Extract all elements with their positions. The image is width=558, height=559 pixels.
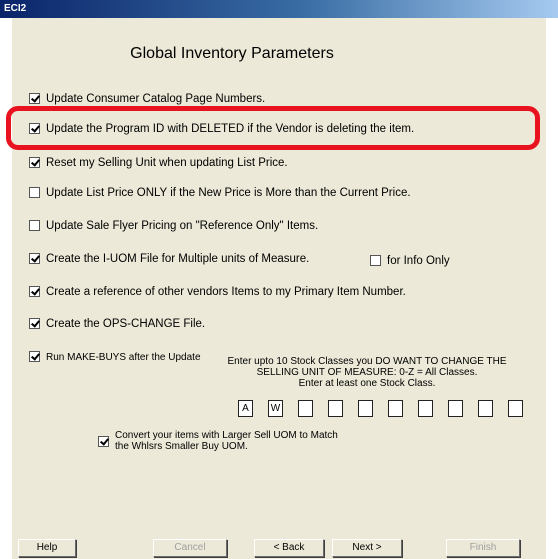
option-update-list-price-only-if-more[interactable]: Update List Price ONLY if the New Price … — [29, 187, 411, 201]
stock-class-input-2[interactable]: W — [268, 400, 283, 417]
next-button[interactable]: Next > — [332, 539, 402, 557]
option-reset-selling-unit[interactable]: Reset my Selling Unit when updating List… — [29, 157, 288, 171]
stock-class-input-8[interactable] — [448, 400, 463, 417]
checkbox[interactable] — [29, 187, 40, 198]
help-button[interactable]: Help — [18, 539, 76, 557]
option-update-catalog-page-numbers[interactable]: Update Consumer Catalog Page Numbers. — [29, 93, 265, 107]
finish-button[interactable]: Finish — [446, 539, 520, 557]
checkbox[interactable] — [370, 255, 381, 266]
stock-class-input-6[interactable] — [388, 400, 403, 417]
option-create-iuom-file[interactable]: Create the I-UOM File for Multiple units… — [29, 253, 309, 267]
stock-class-input-5[interactable] — [358, 400, 373, 417]
highlight-annotation — [6, 106, 540, 150]
checkbox[interactable] — [29, 286, 40, 297]
checkbox[interactable] — [29, 253, 40, 264]
stock-class-instructions: Enter upto 10 Stock Classes you DO WANT … — [227, 356, 507, 389]
stock-class-input-9[interactable] — [478, 400, 493, 417]
checkbox[interactable] — [29, 157, 40, 168]
window-title: ECI2 — [4, 3, 27, 14]
checkbox[interactable] — [29, 220, 40, 231]
option-update-sale-flyer-pricing[interactable]: Update Sale Flyer Pricing on "Reference … — [29, 220, 318, 234]
option-create-ops-change-file[interactable]: Create the OPS-CHANGE File. — [29, 318, 205, 332]
stock-class-input-7[interactable] — [418, 400, 433, 417]
checkbox[interactable] — [98, 436, 109, 447]
page-title: Global Inventory Parameters — [130, 45, 334, 62]
option-create-vendor-reference[interactable]: Create a reference of other vendors Item… — [29, 286, 406, 300]
option-run-make-buys[interactable]: Run MAKE-BUYS after the Update — [29, 351, 201, 365]
stock-class-input-1[interactable]: A — [238, 400, 253, 417]
checkbox[interactable] — [29, 318, 40, 329]
option-for-info-only[interactable]: for Info Only — [370, 255, 450, 269]
stock-class-input-3[interactable] — [298, 400, 313, 417]
cancel-button[interactable]: Cancel — [153, 539, 227, 557]
dialog-body: Global Inventory Parameters Update Consu… — [12, 18, 546, 559]
checkbox[interactable] — [29, 93, 40, 104]
back-button[interactable]: < Back — [254, 539, 324, 557]
checkbox[interactable] — [29, 351, 40, 362]
stock-class-input-10[interactable] — [508, 400, 523, 417]
convert-label: Convert your items with Larger Sell UOM … — [115, 430, 338, 452]
title-bar: ECI2 — [0, 0, 558, 18]
stock-class-input-4[interactable] — [328, 400, 343, 417]
